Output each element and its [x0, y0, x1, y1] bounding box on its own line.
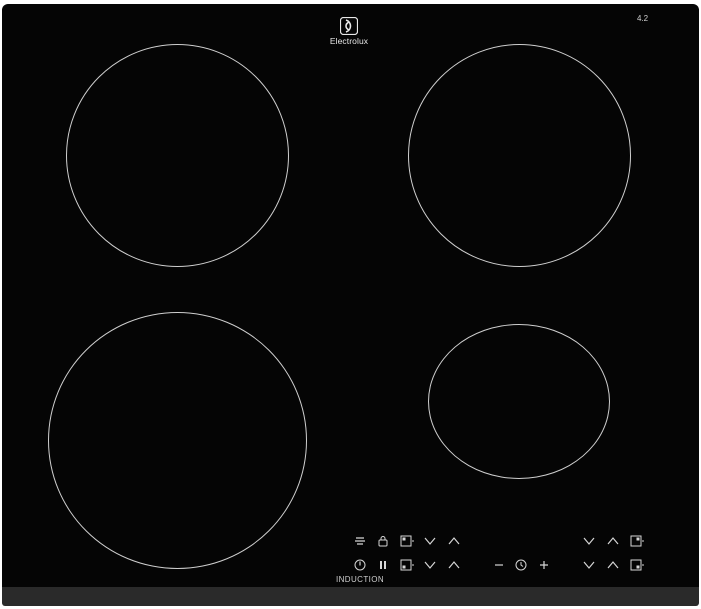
induction-label: INDUCTION	[336, 575, 385, 584]
cooktop-frame	[2, 587, 699, 606]
brand-logo: Electrolux	[327, 17, 371, 46]
cooking-zone-rear-right	[408, 44, 631, 267]
power-icon[interactable]	[352, 557, 368, 573]
chevron-up-icon[interactable]	[605, 533, 621, 549]
chevron-up-icon[interactable]	[446, 533, 462, 549]
clock-icon	[513, 557, 529, 573]
zone-select-front-right-button[interactable]	[629, 557, 645, 573]
hob2hood-icon[interactable]	[352, 533, 368, 549]
chevron-down-icon[interactable]	[422, 533, 438, 549]
power-rating: 4.2	[637, 14, 649, 23]
zone-select-rear-right-button[interactable]	[629, 533, 645, 549]
brand-name: Electrolux	[329, 36, 369, 46]
electrolux-logo-icon	[340, 17, 358, 35]
plus-icon[interactable]	[536, 557, 552, 573]
chevron-down-icon[interactable]	[581, 533, 597, 549]
chevron-up-icon[interactable]	[446, 557, 462, 573]
pause-icon[interactable]	[375, 557, 391, 573]
chevron-down-icon[interactable]	[581, 557, 597, 573]
cooking-zone-front-right	[428, 324, 610, 479]
cooking-zone-front-left	[48, 312, 307, 569]
chevron-down-icon[interactable]	[422, 557, 438, 573]
zone-select-rear-left-button[interactable]	[399, 533, 415, 549]
minus-icon[interactable]	[491, 557, 507, 573]
chevron-up-icon[interactable]	[605, 557, 621, 573]
lock-icon[interactable]	[375, 533, 391, 549]
zone-select-front-left-button[interactable]	[399, 557, 415, 573]
cooking-zone-rear-left	[66, 44, 289, 267]
